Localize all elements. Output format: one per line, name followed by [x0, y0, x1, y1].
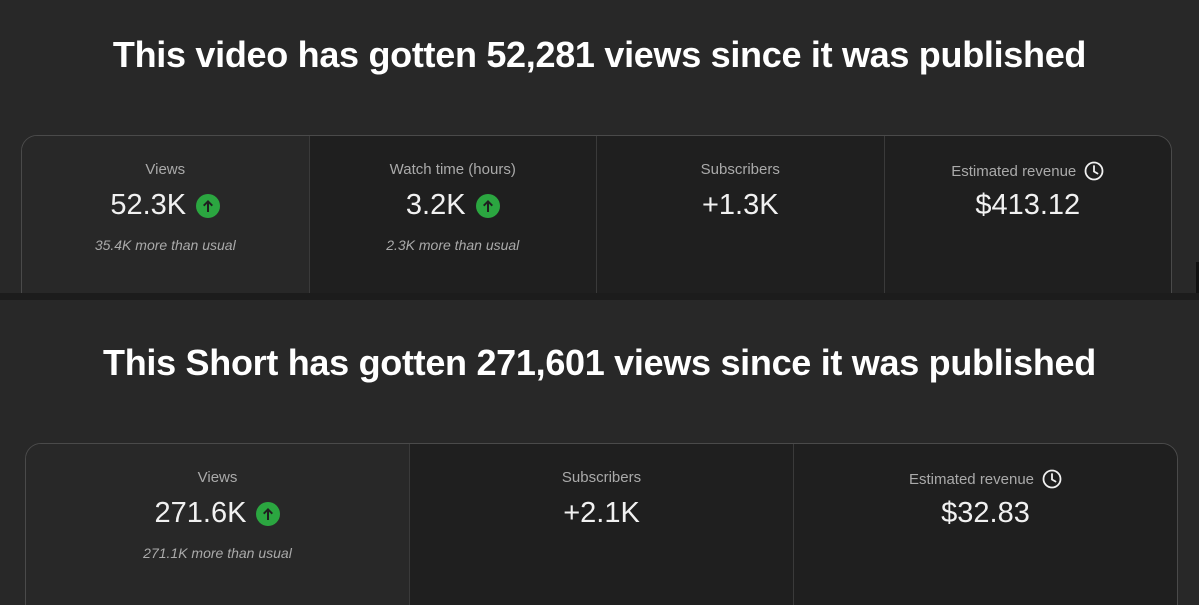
metric-note: 271.1K more than usual [143, 545, 292, 561]
metric-value: 271.6K [26, 497, 409, 530]
metric-tab-subscribers[interactable]: Subscribers +2.1K [409, 444, 793, 605]
metric-label-text: Estimated revenue [908, 470, 1035, 488]
clock-icon[interactable] [1084, 161, 1104, 181]
arrow-up-circle-icon [475, 193, 500, 218]
metric-label-text: Views [197, 469, 238, 486]
metric-value-text: +1.3K [701, 189, 779, 221]
video-stats-panel: This video has gotten 52,281 views since… [0, 0, 1199, 293]
metric-tab-estimated-revenue[interactable]: Estimated revenue $32.83 [793, 444, 1177, 605]
metric-value: $32.83 [794, 497, 1177, 530]
metric-value-text: +2.1K [563, 497, 640, 529]
metric-value: 52.3K [22, 189, 309, 222]
metric-label: Views [22, 161, 309, 178]
metric-label-text: Watch time (hours) [389, 161, 516, 178]
arrow-up-circle-icon [256, 501, 281, 526]
metric-note: 35.4K more than usual [94, 237, 236, 253]
metric-value-text: 3.2K [405, 189, 466, 221]
metric-tab-watch-time[interactable]: Watch time (hours) 3.2K 2.3K more than u… [308, 136, 597, 293]
panel-divider [0, 293, 1199, 300]
metric-value: $413.12 [885, 189, 1172, 222]
video-metrics-card: Views 52.3K 35.4K more than usual Watch … [21, 135, 1172, 293]
short-metrics-card: Views 271.6K 271.1K more than usual Subs… [25, 443, 1178, 605]
short-headline: This Short has gotten 271,601 views sinc… [103, 342, 1096, 383]
metric-label: Estimated revenue [794, 469, 1177, 489]
metric-label: Estimated revenue [885, 161, 1172, 181]
metric-tab-subscribers[interactable]: Subscribers +1.3K [596, 136, 884, 293]
metric-tab-views[interactable]: Views 271.6K 271.1K more than usual [26, 444, 409, 605]
metric-label: Views [26, 469, 409, 486]
metric-label: Watch time (hours) [310, 161, 597, 178]
video-headline: This video has gotten 52,281 views since… [112, 34, 1087, 75]
metric-label-text: Subscribers [700, 161, 780, 178]
metric-value-text: $413.12 [975, 189, 1081, 221]
metric-value-text: 271.6K [154, 497, 247, 529]
arrow-up-circle-icon [196, 193, 221, 218]
metric-value: 3.2K [310, 189, 597, 222]
metric-note: 2.3K more than usual [386, 237, 520, 253]
metric-label-text: Estimated revenue [951, 162, 1077, 180]
metric-label: Subscribers [597, 161, 884, 178]
metric-label: Subscribers [410, 469, 793, 486]
metric-value-text: $32.83 [941, 497, 1030, 529]
short-stats-panel: This Short has gotten 271,601 views sinc… [0, 300, 1199, 605]
metric-value: +2.1K [410, 497, 793, 530]
metric-tab-views[interactable]: Views 52.3K 35.4K more than usual [22, 136, 309, 293]
metric-value-text: 52.3K [110, 189, 187, 221]
clock-icon[interactable] [1042, 469, 1062, 489]
metric-label-text: Subscribers [561, 469, 642, 486]
metric-value: +1.3K [597, 189, 884, 222]
metric-label-text: Views [145, 161, 186, 178]
metric-tab-estimated-revenue[interactable]: Estimated revenue $413.12 [883, 136, 1172, 293]
